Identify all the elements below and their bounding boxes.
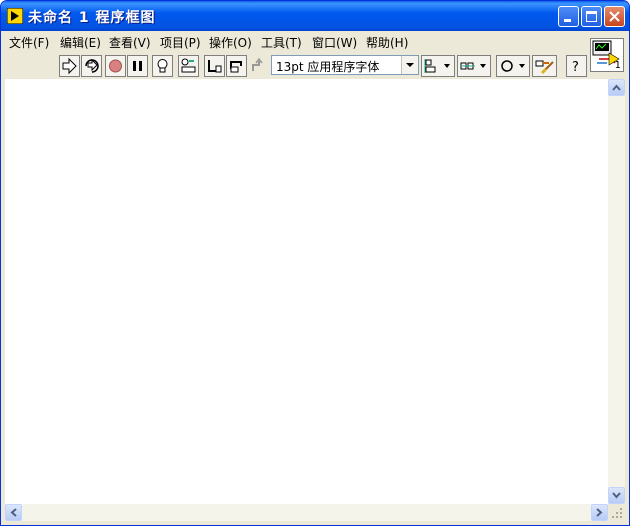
align-objects-icon[interactable] bbox=[421, 55, 455, 77]
labview-app-icon bbox=[6, 7, 24, 25]
run-arrow-icon[interactable] bbox=[59, 55, 80, 77]
block-diagram-canvas[interactable] bbox=[5, 79, 608, 504]
step-over-icon[interactable] bbox=[226, 55, 247, 77]
scroll-up-button[interactable] bbox=[608, 79, 625, 96]
toolbar: 13pt 应用程序字体 ? bbox=[5, 54, 587, 78]
clean-up-diagram-icon[interactable] bbox=[532, 55, 557, 77]
menu-bar: 文件(F) 编辑(E) 查看(V) 项目(P) 操作(O) 工具(T) 窗口(W… bbox=[5, 32, 587, 52]
abort-icon[interactable] bbox=[105, 55, 126, 77]
pause-icon[interactable] bbox=[127, 55, 148, 77]
highlight-execution-icon[interactable] bbox=[152, 55, 173, 77]
menu-project[interactable]: 项目(P) bbox=[160, 34, 201, 51]
svg-text:?: ? bbox=[572, 60, 579, 75]
scroll-down-button[interactable] bbox=[608, 487, 625, 504]
minimize-button[interactable] bbox=[558, 6, 579, 27]
title-bar[interactable]: 未命名 1 程序框图 bbox=[1, 1, 629, 31]
vi-icon[interactable]: 1 bbox=[590, 38, 624, 72]
horizontal-scrollbar[interactable] bbox=[5, 504, 608, 521]
close-button[interactable] bbox=[604, 6, 625, 27]
menu-operate[interactable]: 操作(O) bbox=[209, 34, 252, 51]
maximize-button[interactable] bbox=[581, 6, 602, 27]
menu-view[interactable]: 查看(V) bbox=[109, 34, 151, 51]
menu-edit[interactable]: 编辑(E) bbox=[60, 34, 101, 51]
menu-file[interactable]: 文件(F) bbox=[9, 34, 49, 51]
step-into-icon[interactable] bbox=[204, 55, 225, 77]
font-select-value: 13pt 应用程序字体 bbox=[276, 60, 380, 74]
font-select[interactable]: 13pt 应用程序字体 bbox=[271, 55, 419, 75]
resize-grip[interactable] bbox=[608, 504, 625, 521]
menu-help[interactable]: 帮助(H) bbox=[366, 34, 408, 51]
run-continuously-icon[interactable] bbox=[81, 55, 102, 77]
reorder-icon[interactable] bbox=[496, 55, 530, 77]
step-out-icon[interactable] bbox=[248, 55, 269, 77]
window-title: 未命名 1 程序框图 bbox=[28, 10, 156, 26]
context-help-icon[interactable]: ? bbox=[566, 55, 587, 77]
vertical-scrollbar[interactable] bbox=[608, 79, 625, 504]
chevron-down-icon[interactable] bbox=[401, 56, 418, 74]
vi-icon-number: 1 bbox=[614, 60, 621, 71]
window: 未命名 1 程序框图 文件(F) 编辑(E) 查看(V) 项目(P) 操作(O)… bbox=[0, 0, 630, 526]
menu-tools[interactable]: 工具(T) bbox=[261, 34, 302, 51]
scroll-right-button[interactable] bbox=[591, 504, 608, 521]
menu-window[interactable]: 窗口(W) bbox=[312, 34, 357, 51]
scroll-left-button[interactable] bbox=[5, 504, 22, 521]
distribute-objects-icon[interactable] bbox=[457, 55, 491, 77]
retain-wire-values-icon[interactable] bbox=[178, 55, 199, 77]
